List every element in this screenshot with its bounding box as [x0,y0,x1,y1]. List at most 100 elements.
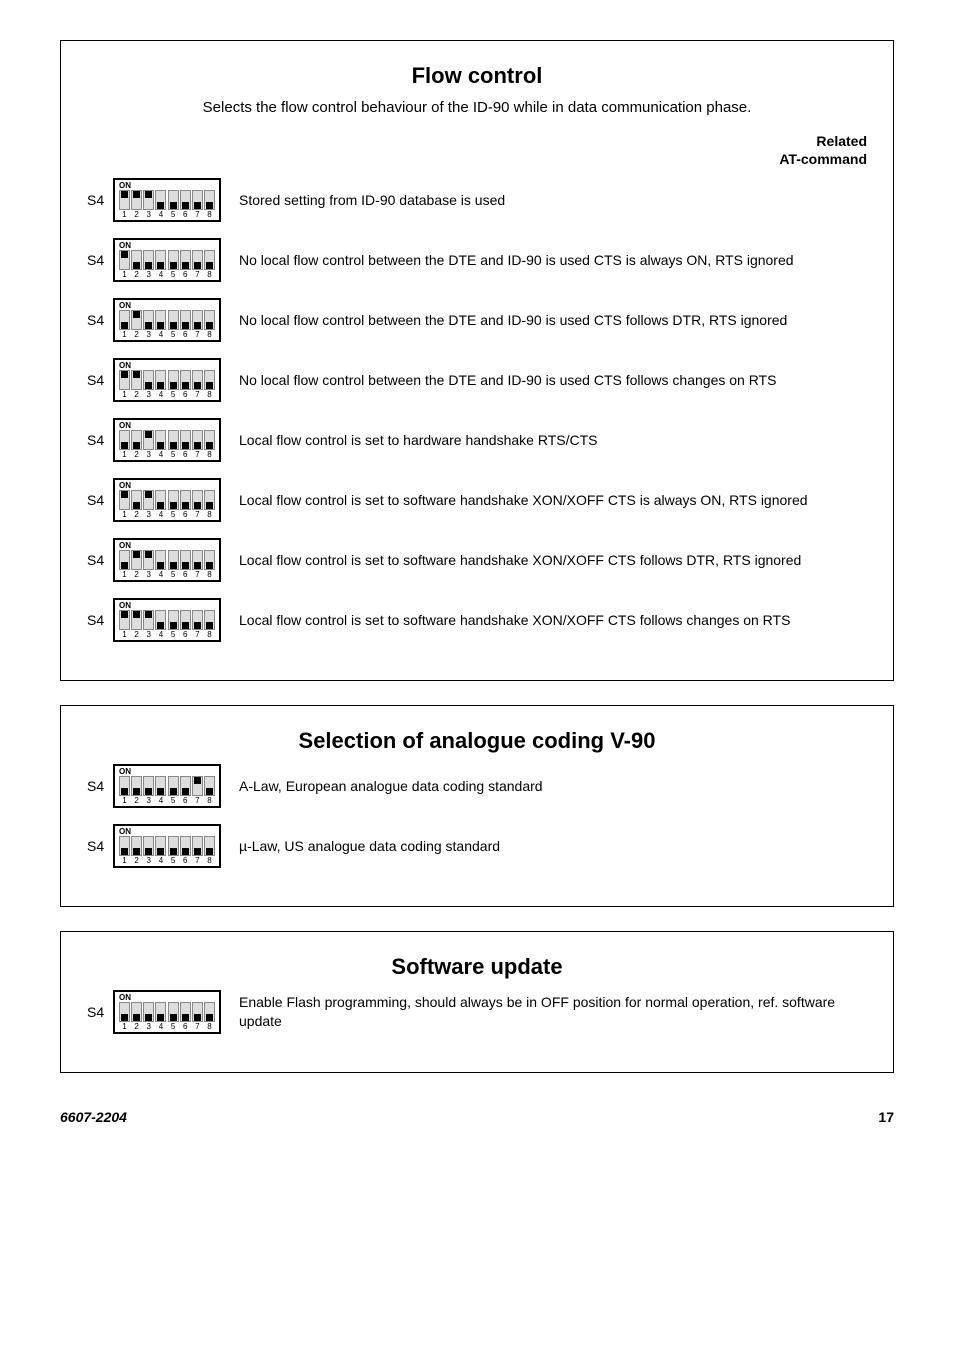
related-label: Related AT-command [87,132,867,168]
dip-switch-position [204,250,215,270]
document-number: 6607-2204 [60,1109,127,1125]
dip-on-label: ON [119,768,215,776]
config-description: Local flow control is set to software ha… [221,611,867,630]
panel-title: Flow control [87,63,867,89]
dip-switch-position [192,490,203,510]
v90-panel: Selection of analogue coding V-90 S4ON12… [60,705,894,907]
config-row: S4ON12345678Local flow control is set to… [87,478,867,522]
dip-switch-position [168,490,179,510]
config-description: Local flow control is set to software ha… [221,551,867,570]
dip-switch-position [192,310,203,330]
dip-switch-position [155,310,166,330]
dip-switch-position [180,776,191,796]
dip-switch-position [180,370,191,390]
dip-switch-position [131,490,142,510]
dip-switch-position [131,370,142,390]
dip-switch-position [131,776,142,796]
dip-switch: ON12345678 [113,478,221,522]
dip-switch-position [119,370,130,390]
dip-switch-position [155,490,166,510]
dip-switch-position [168,610,179,630]
dip-switch-position [204,550,215,570]
dip-switch-position [119,310,130,330]
dip-switch-position [143,550,154,570]
dip-switch-position [119,776,130,796]
config-row: S4ON12345678Local flow control is set to… [87,538,867,582]
dip-switch-position [192,370,203,390]
switch-bank-label: S4 [87,432,113,448]
dip-switch-position [180,490,191,510]
switch-bank-label: S4 [87,778,113,794]
dip-switch: ON12345678 [113,538,221,582]
dip-switch-position [204,490,215,510]
flow-control-panel: Flow control Selects the flow control be… [60,40,894,681]
dip-switch: ON12345678 [113,178,221,222]
config-description: Stored setting from ID-90 database is us… [221,191,867,210]
dip-switch-position [192,1002,203,1022]
dip-switch-position [192,836,203,856]
dip-switch-position [131,550,142,570]
dip-switch-position [143,836,154,856]
dip-switch-position [192,550,203,570]
dip-switch-position [168,190,179,210]
dip-switch-position [192,776,203,796]
dip-switch-position [180,610,191,630]
dip-on-label: ON [119,542,215,550]
config-row: S4ON12345678µ-Law, US analogue data codi… [87,824,867,868]
v90-rows: S4ON12345678A-Law, European analogue dat… [87,764,867,868]
dip-switch-position [168,250,179,270]
config-description: No local flow control between the DTE an… [221,311,867,330]
switch-bank-label: S4 [87,1004,113,1020]
config-description: Enable Flash programming, should always … [221,993,867,1031]
dip-switch-position [131,250,142,270]
page-footer: 6607-2204 17 [60,1109,894,1125]
switch-bank-label: S4 [87,192,113,208]
dip-switch-position [204,836,215,856]
config-description: No local flow control between the DTE an… [221,371,867,390]
dip-switch-position [204,430,215,450]
dip-switch-position [119,250,130,270]
dip-switch-position [119,490,130,510]
dip-switch-position [180,190,191,210]
dip-on-label: ON [119,994,215,1002]
config-description: Local flow control is set to hardware ha… [221,431,867,450]
dip-on-label: ON [119,482,215,490]
dip-switch-position [168,370,179,390]
dip-switch-position [119,430,130,450]
dip-switch: ON12345678 [113,358,221,402]
dip-switch-position [143,430,154,450]
dip-on-label: ON [119,362,215,370]
dip-switch-position [180,836,191,856]
dip-switch-position [204,776,215,796]
dip-switch-position [131,836,142,856]
dip-switch-position [168,1002,179,1022]
config-row: S4ON12345678No local flow control betwee… [87,358,867,402]
dip-switch-position [168,836,179,856]
config-description: No local flow control between the DTE an… [221,251,867,270]
dip-switch-position [180,310,191,330]
switch-bank-label: S4 [87,552,113,568]
dip-switch-position [119,550,130,570]
dip-switch-position [143,310,154,330]
dip-switch-position [119,1002,130,1022]
dip-switch-position [131,1002,142,1022]
switch-bank-label: S4 [87,492,113,508]
dip-on-label: ON [119,242,215,250]
dip-on-label: ON [119,182,215,190]
dip-switch-position [155,430,166,450]
dip-switch-position [180,550,191,570]
dip-switch-position [143,610,154,630]
dip-switch-position [143,250,154,270]
dip-switch-position [204,190,215,210]
dip-switch-position [119,190,130,210]
dip-switch-position [119,836,130,856]
software-update-panel: Software update S4ON12345678Enable Flash… [60,931,894,1073]
page-number: 17 [878,1109,894,1125]
dip-switch-position [155,190,166,210]
dip-switch-position [143,490,154,510]
switch-bank-label: S4 [87,838,113,854]
dip-switch-position [180,1002,191,1022]
config-row: S4ON12345678Stored setting from ID-90 da… [87,178,867,222]
dip-switch-position [192,610,203,630]
config-row: S4ON12345678No local flow control betwee… [87,238,867,282]
